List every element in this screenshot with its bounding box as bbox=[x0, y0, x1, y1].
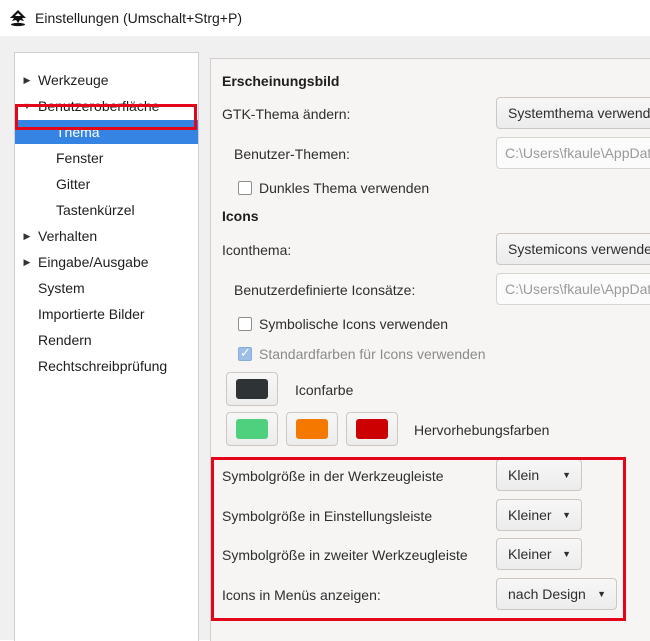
tree-item-verhalten[interactable]: ▶ Verhalten bbox=[15, 224, 198, 248]
tree-item-rechtschreibpruefung[interactable]: Rechtschreibprüfung bbox=[15, 354, 198, 378]
default-icon-colors-label[interactable]: Standardfarben für Icons verwenden bbox=[259, 346, 485, 362]
tree-item-label: System bbox=[38, 280, 85, 296]
tree-item-label: Thema bbox=[56, 124, 100, 140]
dropdown-value: nach Design bbox=[508, 586, 586, 602]
menu-icons-dropdown[interactable]: nach Design ▼ bbox=[496, 578, 617, 610]
icon-color-swatch bbox=[236, 379, 268, 399]
user-themes-path-field[interactable]: C:\Users\fkaule\AppData bbox=[496, 137, 650, 169]
tree-item-system[interactable]: System bbox=[15, 276, 198, 300]
dark-theme-label[interactable]: Dunkles Thema verwenden bbox=[259, 180, 429, 196]
symbolic-icons-label[interactable]: Symbolische Icons verwenden bbox=[259, 316, 448, 332]
gtk-theme-label: GTK-Thema ändern: bbox=[222, 106, 351, 122]
preferences-tree[interactable]: ▶ Werkzeuge ▼ Benutzeroberfläche Thema F… bbox=[14, 52, 199, 641]
tree-item-label: Rendern bbox=[38, 332, 92, 348]
custom-iconsets-path-field[interactable]: C:\Users\fkaule\AppData bbox=[496, 273, 650, 305]
highlight-color-swatch bbox=[236, 419, 268, 439]
checkmark-icon: ✓ bbox=[240, 345, 251, 360]
icon-theme-button[interactable]: Systemicons verwenden bbox=[496, 233, 650, 265]
dropdown-arrow-icon: ▼ bbox=[562, 470, 571, 480]
expander-expanded-icon[interactable]: ▼ bbox=[21, 94, 33, 118]
toolbar-icon-size-label: Symbolgröße in der Werkzeugleiste bbox=[222, 468, 444, 484]
settings-bar-icon-size-dropdown[interactable]: Kleiner ▼ bbox=[496, 499, 582, 531]
theme-settings-panel: Erscheinungsbild GTK-Thema ändern: Syste… bbox=[210, 58, 650, 641]
dropdown-arrow-icon: ▼ bbox=[562, 510, 571, 520]
default-icon-colors-checkbox[interactable]: ✓ bbox=[238, 345, 252, 361]
tree-item-eingabe-ausgabe[interactable]: ▶ Eingabe/Ausgabe bbox=[15, 250, 198, 274]
highlight-colors-label: Hervorhebungsfarben bbox=[414, 422, 550, 438]
inkscape-logo-icon bbox=[10, 10, 26, 27]
expander-collapsed-icon[interactable]: ▶ bbox=[21, 224, 33, 248]
tree-item-label: Verhalten bbox=[38, 228, 98, 244]
tree-item-label: Rechtschreibprüfung bbox=[38, 358, 168, 374]
tree-item-werkzeuge[interactable]: ▶ Werkzeuge bbox=[15, 68, 198, 92]
preferences-dialog: ▶ Werkzeuge ▼ Benutzeroberfläche Thema F… bbox=[0, 36, 650, 641]
dropdown-arrow-icon: ▼ bbox=[562, 549, 571, 559]
dropdown-value: Kleiner bbox=[508, 507, 552, 523]
dropdown-arrow-icon: ▼ bbox=[597, 589, 606, 599]
expander-collapsed-icon[interactable]: ▶ bbox=[21, 250, 33, 274]
tree-item-label: Eingabe/Ausgabe bbox=[38, 254, 149, 270]
tree-item-label: Werkzeuge bbox=[38, 72, 109, 88]
dropdown-value: Klein bbox=[508, 467, 540, 483]
icon-color-label: Iconfarbe bbox=[295, 382, 354, 398]
custom-iconsets-label: Benutzerdefinierte Iconsätze: bbox=[234, 282, 416, 298]
toolbar-icon-size-dropdown[interactable]: Klein ▼ bbox=[496, 459, 582, 491]
highlight-color-button-red[interactable] bbox=[346, 412, 398, 446]
highlight-color-button-green[interactable] bbox=[226, 412, 278, 446]
tree-item-label: Gitter bbox=[56, 176, 91, 192]
tree-item-label: Benutzeroberfläche bbox=[38, 98, 160, 114]
symbolic-icons-checkbox[interactable] bbox=[238, 317, 252, 331]
tree-item-importierte-bilder[interactable]: Importierte Bilder bbox=[15, 302, 198, 326]
menu-icons-label: Icons in Menüs anzeigen: bbox=[222, 587, 381, 603]
expander-collapsed-icon[interactable]: ▶ bbox=[21, 68, 33, 92]
tree-item-tastenkuerzel[interactable]: Tastenkürzel bbox=[15, 198, 198, 222]
section-heading-appearance: Erscheinungsbild bbox=[222, 73, 340, 89]
highlight-color-button-orange[interactable] bbox=[286, 412, 338, 446]
tree-item-rendern[interactable]: Rendern bbox=[15, 328, 198, 352]
window-title: Einstellungen (Umschalt+Strg+P) bbox=[35, 10, 242, 26]
tree-item-gitter[interactable]: Gitter bbox=[15, 172, 198, 196]
tree-item-benutzeroberflaeche[interactable]: ▼ Benutzeroberfläche bbox=[15, 94, 198, 118]
highlight-color-swatch bbox=[356, 419, 388, 439]
dark-theme-checkbox[interactable] bbox=[238, 181, 252, 195]
gtk-theme-button[interactable]: Systemthema verwenden bbox=[496, 97, 650, 129]
title-bar: Einstellungen (Umschalt+Strg+P) bbox=[0, 0, 650, 36]
tree-item-label: Importierte Bilder bbox=[38, 306, 145, 322]
second-toolbar-icon-size-label: Symbolgröße in zweiter Werkzeugleiste bbox=[222, 547, 468, 563]
tree-item-label: Tastenkürzel bbox=[56, 202, 135, 218]
highlight-color-swatch bbox=[296, 419, 328, 439]
user-themes-label: Benutzer-Themen: bbox=[234, 146, 350, 162]
tree-item-thema[interactable]: Thema bbox=[15, 120, 198, 144]
section-heading-icons: Icons bbox=[222, 208, 259, 224]
icon-color-button[interactable] bbox=[226, 372, 278, 406]
second-toolbar-icon-size-dropdown[interactable]: Kleiner ▼ bbox=[496, 538, 582, 570]
tree-item-fenster[interactable]: Fenster bbox=[15, 146, 198, 170]
icon-theme-label: Iconthema: bbox=[222, 242, 292, 258]
tree-item-label: Fenster bbox=[56, 150, 104, 166]
settings-bar-icon-size-label: Symbolgröße in Einstellungsleiste bbox=[222, 508, 433, 524]
dropdown-value: Kleiner bbox=[508, 546, 552, 562]
